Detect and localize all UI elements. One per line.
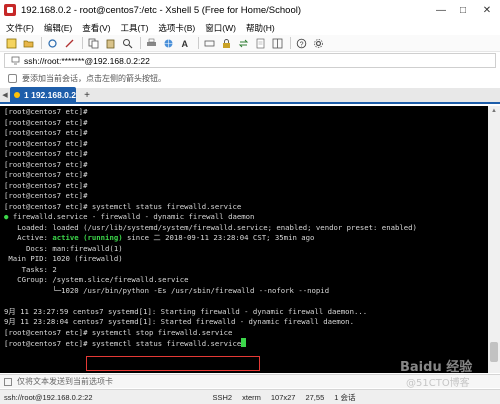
layout-icon[interactable] bbox=[270, 36, 284, 50]
terminal-line: [root@centos7 etc]# bbox=[4, 138, 88, 148]
copy-icon[interactable] bbox=[86, 36, 100, 50]
terminal-line: Tasks: 2 bbox=[4, 264, 57, 274]
vertical-scrollbar[interactable]: ▲ bbox=[488, 106, 500, 373]
tab-session-label: 1 192.168.0.2 bbox=[24, 89, 76, 100]
menu-view[interactable]: 查看(V) bbox=[82, 22, 110, 34]
terminal-line: [root@centos7 etc]# systemctl stop firew… bbox=[4, 327, 233, 337]
keyboard-icon[interactable] bbox=[202, 36, 216, 50]
status-connection: ssh://root@192.168.0.2:22 bbox=[4, 392, 93, 402]
terminal-line: [root@centos7 etc]# bbox=[4, 117, 88, 127]
paste-icon[interactable] bbox=[103, 36, 117, 50]
connect-icon[interactable] bbox=[45, 36, 59, 50]
scroll-up-icon[interactable]: ▲ bbox=[488, 106, 500, 116]
terminal-line: [root@centos7 etc]# bbox=[4, 128, 88, 137]
menu-edit[interactable]: 编辑(E) bbox=[44, 22, 72, 34]
toolbar-divider bbox=[140, 37, 141, 49]
help-icon[interactable]: ? bbox=[294, 36, 308, 50]
toolbar-divider bbox=[82, 37, 83, 49]
status-sessions: 1 会话 bbox=[334, 392, 356, 402]
menu-file[interactable]: 文件(F) bbox=[6, 22, 34, 34]
window-title: 192.168.0.2 - root@centos7:/etc - Xshell… bbox=[21, 4, 301, 16]
terminal-line: 9月 11 23:27:59 centos7 systemd[1]: Start… bbox=[4, 306, 368, 316]
terminal-line: [root@centos7 etc]# bbox=[4, 149, 88, 158]
lock-icon[interactable] bbox=[219, 36, 233, 50]
terminal-cursor bbox=[241, 338, 247, 347]
compose-bar-text: 仅将文本发送到当前选项卡 bbox=[17, 377, 113, 386]
menu-tabs[interactable]: 选项卡(B) bbox=[158, 22, 195, 34]
svg-text:A: A bbox=[181, 39, 188, 49]
terminal-line: ● firewalld.service - firewalld - dynami… bbox=[4, 212, 484, 223]
bookmark-icon[interactable] bbox=[8, 73, 17, 83]
connection-status-icon bbox=[14, 91, 20, 98]
terminal-line: [root@centos7 etc]# bbox=[4, 159, 88, 169]
command-highlight-box bbox=[86, 356, 260, 371]
maximize-button[interactable]: □ bbox=[452, 0, 474, 20]
new-tab-button[interactable]: + bbox=[80, 88, 94, 102]
toolbar-divider bbox=[41, 37, 42, 49]
new-session-icon[interactable] bbox=[4, 36, 18, 50]
address-value: ssh://root:*******@192.168.0.2:22 bbox=[24, 55, 150, 66]
address-bar[interactable]: ssh://root:*******@192.168.0.2:22 bbox=[4, 53, 496, 68]
session-hint-text: 要添加当前会话，点击左侧的箭头按钮。 bbox=[22, 73, 166, 83]
tab-scroll-left-icon[interactable]: ◀ bbox=[0, 88, 10, 102]
toolbar-divider bbox=[198, 37, 199, 49]
title-bar: 192.168.0.2 - root@centos7:/etc - Xshell… bbox=[0, 0, 500, 20]
print-icon[interactable] bbox=[144, 36, 158, 50]
find-icon[interactable] bbox=[120, 36, 134, 50]
status-cursor-position: 27,55 bbox=[305, 392, 325, 402]
scrollbar-thumb[interactable] bbox=[490, 342, 498, 362]
font-icon[interactable]: A bbox=[178, 36, 192, 50]
active-label: Active: bbox=[4, 233, 53, 242]
xshell-logo-icon bbox=[4, 4, 16, 16]
toolbar: A ? bbox=[0, 35, 500, 52]
terminal-line: [root@centos7 etc]# bbox=[4, 170, 88, 179]
terminal-line: └─1020 /usr/bin/python -Es /usr/sbin/fir… bbox=[4, 285, 330, 295]
terminal-output[interactable]: [root@centos7 etc]# [root@centos7 etc]# … bbox=[0, 106, 488, 373]
globe-icon[interactable] bbox=[161, 36, 175, 50]
menu-help[interactable]: 帮助(H) bbox=[246, 22, 275, 34]
open-session-icon[interactable] bbox=[21, 36, 35, 50]
status-terminal-type: xterm bbox=[242, 392, 261, 402]
svg-text:?: ? bbox=[299, 41, 303, 48]
current-command: [root@centos7 etc]# systemctl status fir… bbox=[4, 339, 242, 348]
active-since: since 二 2018-09-11 23:28:04 CST; 35min a… bbox=[122, 233, 315, 242]
status-bar: ssh://root@192.168.0.2:22 SSH2 xterm 107… bbox=[0, 389, 500, 404]
compose-menu-icon[interactable] bbox=[4, 377, 12, 386]
terminal-line: [root@centos7 etc]# systemctl status fir… bbox=[4, 201, 242, 211]
terminal-line: [root@centos7 etc]# bbox=[4, 180, 88, 190]
settings-icon[interactable] bbox=[311, 36, 325, 50]
terminal-line: CGroup: /system.slice/firewalld.service bbox=[4, 275, 189, 284]
service-status-bullet-icon: ● bbox=[4, 212, 9, 221]
script-icon[interactable] bbox=[253, 36, 267, 50]
compose-bar[interactable]: 仅将文本发送到当前选项卡 bbox=[0, 374, 500, 388]
service-description: firewalld.service - firewalld - dynamic … bbox=[12, 212, 255, 221]
menu-bar: 文件(F) 编辑(E) 查看(V) 工具(T) 选项卡(B) 窗口(W) 帮助(… bbox=[0, 20, 500, 35]
host-icon bbox=[9, 55, 21, 67]
terminal-line: Main PID: 1020 (firewalld) bbox=[4, 254, 123, 263]
terminal-line: 9月 11 23:28:04 centos7 systemd[1]: Start… bbox=[4, 317, 354, 326]
status-protocol: SSH2 bbox=[212, 392, 233, 402]
menu-window[interactable]: 窗口(W) bbox=[205, 22, 236, 34]
transfer-icon[interactable] bbox=[236, 36, 250, 50]
close-button[interactable]: ✕ bbox=[474, 0, 500, 20]
status-size: 107x27 bbox=[270, 392, 296, 402]
session-hint-bar: 要添加当前会话，点击左侧的箭头按钮。 bbox=[0, 70, 500, 86]
minimize-button[interactable]: — bbox=[430, 0, 452, 20]
tab-bar: ◀ 1 192.168.0.2 + bbox=[0, 87, 500, 104]
terminal-line: Loaded: loaded (/usr/lib/systemd/system/… bbox=[4, 222, 417, 232]
toolbar-divider bbox=[290, 37, 291, 49]
tab-session[interactable]: 1 192.168.0.2 bbox=[10, 87, 76, 102]
active-state: active (running) bbox=[52, 233, 123, 242]
disconnect-icon[interactable] bbox=[62, 36, 76, 50]
terminal-prompt-line: [root@centos7 etc]# systemctl status fir… bbox=[4, 338, 484, 349]
terminal-line: [root@centos7 etc]# bbox=[4, 107, 88, 116]
terminal-line: Docs: man:firewalld(1) bbox=[4, 243, 123, 253]
terminal-line: Active: active (running) since 二 2018-09… bbox=[4, 233, 484, 244]
terminal-line: [root@centos7 etc]# bbox=[4, 191, 88, 200]
menu-tools[interactable]: 工具(T) bbox=[121, 22, 149, 34]
